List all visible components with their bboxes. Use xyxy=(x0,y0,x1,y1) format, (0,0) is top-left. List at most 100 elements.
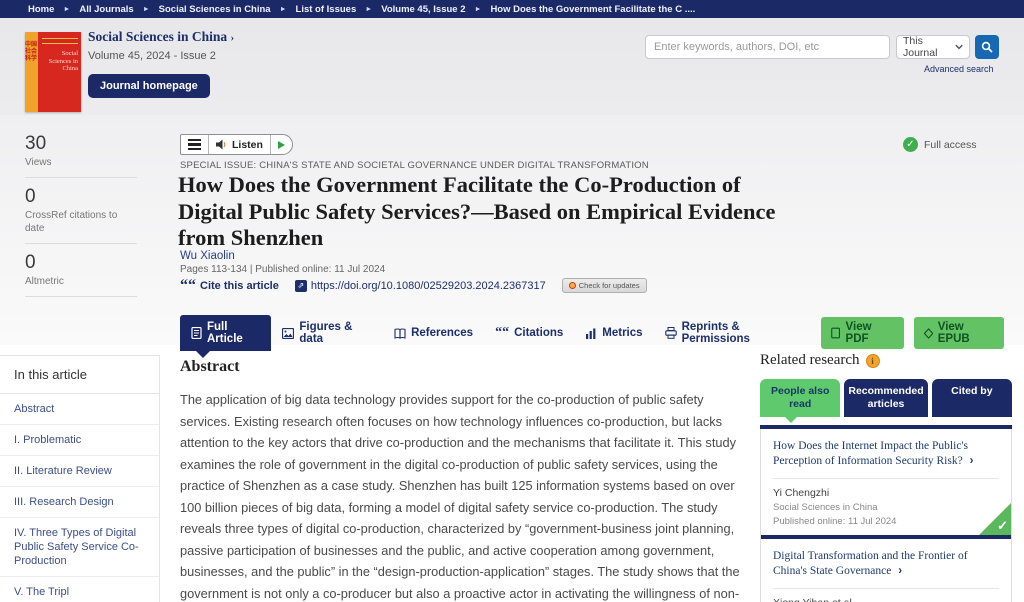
related-heading-text: Related research xyxy=(760,352,860,369)
image-icon xyxy=(282,328,294,339)
related-article-link[interactable]: How Does the Internet Impact the Public'… xyxy=(773,439,999,469)
article-header: 30 Views 0 CrossRef citations to date 0 … xyxy=(0,115,1024,345)
search-input[interactable] xyxy=(645,35,890,59)
tab-label: Metrics xyxy=(602,327,642,339)
full-access-badge: ✓ Full access xyxy=(903,137,977,152)
toc-item-three-types[interactable]: IV. Three Types of Digital Public Safety… xyxy=(0,518,159,577)
breadcrumb-separator-icon: ► xyxy=(63,6,70,13)
journal-cover-main: Social Sciences in China xyxy=(38,32,81,112)
related-article-item: Digital Transformation and the Frontier … xyxy=(761,539,1011,602)
abstract-section: Abstract The application of big data tec… xyxy=(180,358,746,602)
related-tabs: People also read Recommended articles Ci… xyxy=(760,379,1012,417)
quote-icon: ““ xyxy=(495,328,509,338)
views-count: 30 xyxy=(25,133,137,155)
search-button[interactable] xyxy=(975,35,999,59)
breadcrumb-separator-icon: ► xyxy=(475,6,482,13)
in-this-article-sidebar: In this article Abstract I. Problematic … xyxy=(0,355,160,602)
listen-label: Listen xyxy=(232,139,263,151)
related-article-link[interactable]: Digital Transformation and the Frontier … xyxy=(773,549,999,579)
search-scope-value: This Journal xyxy=(903,35,955,59)
special-issue-label: SPECIAL ISSUE: CHINA'S STATE AND SOCIETA… xyxy=(180,160,649,171)
article-page: Home ► All Journals ► Social Sciences in… xyxy=(0,0,1024,602)
chevron-right-icon: › xyxy=(231,32,235,44)
divider xyxy=(25,177,137,178)
check-for-updates-button[interactable]: Check for updates xyxy=(562,278,647,293)
tab-people-also-read[interactable]: People also read xyxy=(760,379,840,417)
cover-rule xyxy=(42,43,78,44)
journal-title-link[interactable]: Social Sciences in China › xyxy=(88,29,234,45)
journal-volume-issue[interactable]: Volume 45, 2024 - Issue 2 xyxy=(88,50,234,62)
cite-this-article-button[interactable]: ““ Cite this article xyxy=(180,280,279,292)
cover-rule xyxy=(42,38,78,39)
crossref-count: 0 xyxy=(25,186,137,208)
toc-item-next[interactable]: V. The Tripl xyxy=(0,577,159,602)
breadcrumb-journal[interactable]: Social Sciences in China xyxy=(159,4,271,15)
toc-item-problematic[interactable]: I. Problematic xyxy=(0,425,159,456)
related-articles-list: How Does the Internet Impact the Public'… xyxy=(760,429,1012,602)
article-tabs: Full Article Figures & data References “… xyxy=(180,315,1004,351)
breadcrumb-separator-icon: ► xyxy=(143,6,150,13)
view-pdf-button[interactable]: View PDF xyxy=(821,317,903,349)
journal-title: Social Sciences in China xyxy=(88,29,227,44)
hamburger-icon xyxy=(188,139,201,150)
journal-header: 中国社会科学 Social Sciences in China Social S… xyxy=(0,18,1024,115)
author-link[interactable]: Wu Xiaolin xyxy=(180,250,235,262)
view-epub-button[interactable]: View EPUB xyxy=(914,317,1004,349)
article-title: How Does the Government Facilitate the C… xyxy=(178,172,803,252)
tab-references[interactable]: References xyxy=(383,321,484,345)
toc-item-research-design[interactable]: III. Research Design xyxy=(0,487,159,518)
tab-metrics[interactable]: Metrics xyxy=(574,321,653,345)
listen-menu-button[interactable] xyxy=(181,135,208,154)
breadcrumb-list-of-issues[interactable]: List of Issues xyxy=(296,4,357,15)
breadcrumb-issue[interactable]: Volume 45, Issue 2 xyxy=(381,4,465,15)
search-scope-select[interactable]: This Journal xyxy=(896,35,970,59)
related-article-author: Yi Chengzhi xyxy=(773,487,999,499)
cite-label: Cite this article xyxy=(200,280,279,292)
bar-chart-icon xyxy=(585,328,597,339)
crossmark-icon xyxy=(569,282,576,289)
journal-info: Social Sciences in China › Volume 45, 20… xyxy=(88,29,234,98)
altmetric-label: Altmetric xyxy=(25,275,137,288)
tab-full-article[interactable]: Full Article xyxy=(180,315,271,351)
tab-figures-data[interactable]: Figures & data xyxy=(271,315,383,351)
tab-cited-by[interactable]: Cited by xyxy=(932,379,1012,417)
view-epub-label: View EPUB xyxy=(938,321,994,345)
check-circle-icon: ✓ xyxy=(903,137,918,152)
breadcrumb-all-journals[interactable]: All Journals xyxy=(79,4,133,15)
tab-label: References xyxy=(411,327,473,339)
document-icon xyxy=(191,327,202,339)
doi-link[interactable]: ⇗ https://doi.org/10.1080/02529203.2024.… xyxy=(295,280,546,292)
related-research-heading: Related research i xyxy=(760,352,1012,369)
related-research-panel: Related research i People also read Reco… xyxy=(760,352,1012,602)
toc-item-abstract[interactable]: Abstract xyxy=(0,394,159,425)
related-article-item: How Does the Internet Impact the Public'… xyxy=(761,429,1011,535)
abstract-text: The application of big data technology p… xyxy=(180,389,746,602)
tab-recommended-articles[interactable]: Recommended articles xyxy=(844,379,927,417)
journal-cover-title: Social Sciences in China xyxy=(38,50,78,73)
tab-label: Reprints & Permissions xyxy=(682,321,801,345)
breadcrumb-home[interactable]: Home xyxy=(28,4,54,15)
journal-cover-image[interactable]: 中国社会科学 Social Sciences in China xyxy=(25,32,81,112)
toc-item-literature-review[interactable]: II. Literature Review xyxy=(0,456,159,487)
listen-button[interactable]: Listen xyxy=(208,135,270,154)
related-article-journal: Social Sciences in China xyxy=(773,502,999,513)
listen-play-button[interactable] xyxy=(270,135,292,154)
tab-citations[interactable]: ““ Citations xyxy=(484,321,574,345)
cite-row: ““ Cite this article ⇗ https://doi.org/1… xyxy=(180,278,647,293)
tab-label: Figures & data xyxy=(299,321,372,345)
chevron-right-icon: › xyxy=(898,565,902,577)
info-icon[interactable]: i xyxy=(866,354,880,368)
divider xyxy=(25,243,137,244)
search-icon xyxy=(981,41,993,53)
divider xyxy=(25,296,137,297)
breadcrumb-current-article: How Does the Government Facilitate the C… xyxy=(490,4,695,15)
altmetric-count: 0 xyxy=(25,252,137,274)
tab-reprints-permissions[interactable]: Reprints & Permissions xyxy=(654,315,812,351)
link-icon: ⇗ xyxy=(295,280,307,292)
article-metrics: 30 Views 0 CrossRef citations to date 0 … xyxy=(25,133,137,305)
tab-label: Citations xyxy=(514,327,563,339)
journal-homepage-button[interactable]: Journal homepage xyxy=(88,74,210,98)
check-icon: ✓ xyxy=(997,518,1008,534)
breadcrumb: Home ► All Journals ► Social Sciences in… xyxy=(0,0,1024,18)
advanced-search-link[interactable]: Advanced search xyxy=(924,64,994,74)
